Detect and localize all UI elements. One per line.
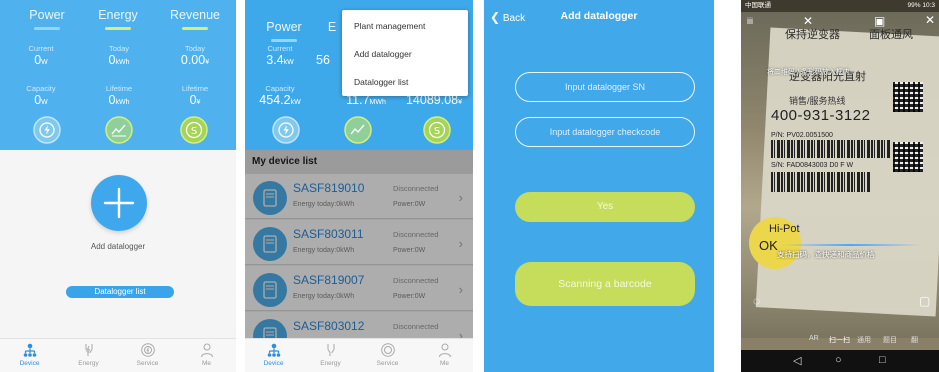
revenue-icon[interactable]: S (180, 116, 208, 144)
label-text: 面板通风 (869, 29, 913, 41)
service-icon (140, 343, 155, 357)
page-title: Add datalogger (560, 10, 638, 22)
support-text: 支持扫码，查快递和商品价格 (777, 250, 875, 259)
tab-scan[interactable]: 扫一扫 (829, 335, 850, 345)
stat-today: Today 0kWh (108, 44, 130, 67)
bottom-nav: Device Energy Service Me (0, 338, 236, 372)
flash-off-icon[interactable]: ✕ (803, 14, 813, 28)
menu-item-plant-management[interactable]: Plant management (354, 21, 425, 31)
qr-code-image (893, 142, 923, 172)
tab-indicator (105, 27, 131, 30)
bottom-nav: Device Energy Service Me (245, 338, 473, 372)
yes-button[interactable]: Yes (515, 192, 695, 222)
close-icon[interactable]: ✕ (925, 13, 935, 27)
revenue-icon[interactable]: S (423, 116, 451, 144)
nav-service[interactable]: Service (359, 342, 416, 367)
barcode-image (771, 140, 891, 158)
tab-general[interactable]: 通用 (857, 335, 871, 345)
nav-header: ❮ Back Add datalogger (484, 0, 714, 34)
android-nav-bar: ◁ ○ □ (741, 350, 939, 372)
scan-line (781, 244, 921, 246)
power-icon[interactable] (33, 116, 61, 144)
nav-energy[interactable]: Energy (59, 342, 118, 367)
ok-text: OK (759, 238, 778, 253)
nav-device[interactable]: Device (245, 342, 302, 367)
tab-power[interactable]: Power (12, 8, 82, 30)
energy-chart-icon[interactable] (105, 116, 133, 144)
dropdown-menu: Plant management Add datalogger Datalogg… (342, 10, 468, 96)
add-datalogger-label: Add datalogger (90, 242, 146, 251)
nav-me[interactable]: Me (177, 342, 236, 367)
panel-device-list: Power E Current 3.4kW 56 Capacity 454.2k… (245, 0, 473, 372)
stat-current: Current 0W (28, 44, 54, 67)
tab-indicator (271, 39, 297, 42)
menu-item-add-datalogger[interactable]: Add datalogger (354, 49, 412, 59)
svg-text:S: S (434, 126, 440, 137)
nav-device[interactable]: Device (0, 342, 59, 367)
camera-view: 保持逆变器 面板通风 逆变器阳光直射 销售/服务热线 400-931-3122 … (741, 12, 939, 338)
panel-dashboard-empty: Power Energy Revenue Current 0W Today 0k… (0, 0, 236, 372)
tab-indicator (34, 27, 60, 30)
scan-hint: 将二维码 / 条形码放入框内 (767, 69, 850, 76)
stat-capacity: Capacity 454.2kW (259, 84, 301, 107)
tab-indicator (182, 27, 208, 30)
nav-me[interactable]: Me (416, 342, 473, 367)
dashboard-header: Power Energy Revenue Current 0W Today 0k… (0, 0, 236, 150)
back-triangle-icon[interactable]: ◁ (793, 354, 801, 367)
stat-capacity: Capacity 0W (26, 84, 56, 107)
nav-service[interactable]: Service (118, 342, 177, 367)
tab-revenue[interactable]: Revenue (160, 8, 230, 30)
label-text: 销售/服务热线 (789, 96, 846, 106)
album-icon[interactable]: ▢ (919, 294, 930, 308)
label-pn: P/N: PV02.0051500 (771, 132, 833, 139)
device-icon (23, 343, 36, 357)
panel-add-datalogger: ❮ Back Add datalogger Input datalogger S… (484, 0, 714, 372)
me-icon (200, 343, 213, 358)
energy-icon (85, 344, 92, 356)
datalogger-checkcode-input[interactable]: Input datalogger checkcode (515, 117, 695, 147)
device-icon (267, 343, 280, 357)
power-icon[interactable] (272, 116, 300, 144)
stat-today: 56 (316, 53, 330, 67)
gallery-icon[interactable]: ▣ (874, 14, 885, 28)
tab-power[interactable]: Power (249, 20, 319, 42)
nav-energy[interactable]: Energy (302, 342, 359, 367)
label-phone: 400-931-3122 (771, 107, 871, 124)
tab-ar[interactable]: AR (809, 335, 819, 342)
service-icon (380, 343, 395, 357)
qr-code-image (893, 82, 923, 112)
add-datalogger-button[interactable] (91, 175, 147, 231)
tab-translate[interactable]: 翻 (911, 335, 918, 345)
scan-barcode-button[interactable]: Scanning a barcode (515, 262, 695, 306)
tab-question[interactable]: 题目 (883, 335, 897, 345)
me-icon (438, 343, 451, 358)
status-bar: 中国联通 99% 10:3 (741, 0, 939, 12)
datalogger-sn-input[interactable]: Input datalogger SN (515, 72, 695, 102)
energy-chart-icon[interactable] (344, 116, 372, 144)
label-text: 保持逆变器 (785, 29, 840, 41)
barcode-image (771, 172, 871, 192)
energy-icon (327, 344, 334, 356)
panel-barcode-scanner: 保持逆变器 面板通风 逆变器阳光直射 销售/服务热线 400-931-3122 … (741, 0, 939, 372)
stat-today-revenue: Today 0.00¥ (180, 44, 210, 67)
menu-icon[interactable]: iii (747, 16, 753, 26)
home-circle-icon[interactable]: ○ (835, 354, 842, 366)
stat-lifetime-revenue: Lifetime 0¥ (181, 84, 209, 107)
tab-energy[interactable]: Energy (83, 8, 153, 30)
lens-icon[interactable]: ◌ (753, 294, 760, 308)
recents-square-icon[interactable]: □ (879, 354, 886, 366)
svg-text:S: S (191, 126, 197, 137)
stat-lifetime: Lifetime 0kWh (105, 84, 133, 107)
menu-item-datalogger-list[interactable]: Datalogger list (354, 77, 408, 87)
hipot-text: Hi-Pot (769, 223, 800, 235)
scan-mode-tabs: AR 扫一扫 通用 题目 翻 (741, 335, 939, 349)
overlay-dim[interactable] (245, 150, 473, 338)
label-sn: S/N: FAD0843003 D0 F W (771, 162, 854, 169)
datalogger-list-button[interactable]: Datalogger list (66, 286, 174, 298)
dashboard-tabs: Power Energy Revenue (0, 8, 236, 38)
